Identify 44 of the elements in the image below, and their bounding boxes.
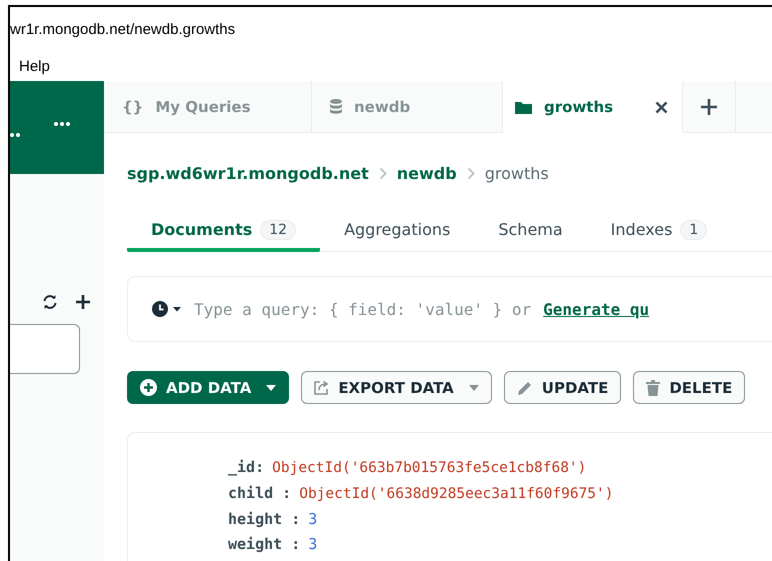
- field-value: 3: [308, 510, 318, 528]
- braces-icon: {}: [122, 98, 144, 116]
- tab[interactable]: Indexes 1: [586, 211, 732, 252]
- tab[interactable]: Documents 12: [127, 211, 320, 252]
- field-value: ObjectId('6638d9285eec3a11f60f9675'): [299, 486, 614, 502]
- window-title: wr1r.mongodb.net/newdb.growths: [10, 20, 236, 38]
- plus-icon[interactable]: [76, 295, 90, 309]
- field-value: 3: [308, 535, 318, 553]
- field-name: child :: [228, 484, 292, 502]
- export-button[interactable]: EXPORT DATA: [301, 371, 492, 404]
- menu-item[interactable]: Help: [19, 58, 50, 74]
- more-icon[interactable]: [54, 122, 70, 126]
- refresh-icon[interactable]: [42, 294, 58, 310]
- field-name: _id:: [228, 458, 264, 476]
- close-icon[interactable]: [655, 100, 668, 114]
- caret-icon: [266, 384, 276, 390]
- tab[interactable]: Schema: [474, 211, 587, 252]
- plus-circle-icon: [140, 379, 157, 396]
- generate-query-link[interactable]: Generate qu: [543, 300, 650, 318]
- breadcrumb-link[interactable]: newdb: [396, 164, 457, 182]
- field-name: weight :: [228, 535, 300, 553]
- breadcrumb-link[interactable]: sgp.wd6wr1r.mongodb.net: [127, 164, 369, 182]
- tab[interactable]: Aggregations: [320, 211, 474, 252]
- delete-button[interactable]: DELETE: [633, 371, 746, 404]
- caret-icon: [468, 384, 479, 390]
- pencil-icon: [516, 380, 533, 396]
- folder-icon: [515, 100, 532, 114]
- add-button[interactable]: ADD DATA: [127, 371, 290, 404]
- chevron-icon: [466, 166, 475, 180]
- tab[interactable]: growths: [503, 81, 683, 133]
- update-button[interactable]: UPDATE: [504, 371, 622, 404]
- field-value: ObjectId('663b7b015763fe5ce1cb8f68'): [272, 460, 586, 476]
- search-field[interactable]: [10, 324, 80, 374]
- export-icon: [314, 380, 330, 395]
- history-icon[interactable]: [152, 301, 182, 317]
- more-icon[interactable]: [10, 133, 20, 137]
- trash-icon: [646, 380, 660, 396]
- chevron-icon: [378, 166, 387, 180]
- breadcrumb-link[interactable]: growths: [484, 164, 549, 182]
- plus-icon: [701, 98, 717, 114]
- field-name: height :: [228, 510, 300, 528]
- count-badge: 12: [260, 220, 296, 240]
- count-badge: 1: [680, 220, 708, 240]
- database-icon: [330, 99, 342, 114]
